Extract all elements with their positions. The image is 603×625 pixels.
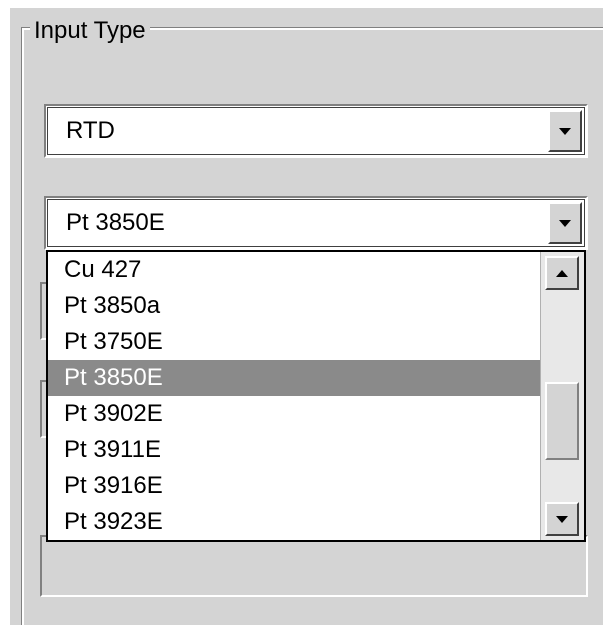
hidden-field-3	[40, 535, 588, 597]
sensor-type-dropdown-button[interactable]	[548, 202, 582, 244]
sensor-type-value: Pt 3850E	[66, 209, 165, 236]
sensor-option[interactable]: Pt 3916E	[48, 468, 542, 504]
scroll-up-icon	[556, 269, 568, 277]
chevron-down-icon	[559, 219, 571, 227]
sensor-type-combobox[interactable]: Pt 3850E	[44, 196, 588, 250]
sensor-option[interactable]: Pt 3911E	[48, 432, 542, 468]
sensor-type-dropdown-list: Cu 427 Pt 3850a Pt 3750E Pt 3850E Pt 3902E Pt…	[46, 250, 586, 542]
scroll-down-button[interactable]	[545, 502, 579, 536]
dropdown-scrollbar[interactable]	[540, 252, 584, 540]
sensor-option[interactable]: Pt 3850E	[48, 360, 542, 396]
sensor-options: Cu 427 Pt 3850a Pt 3750E Pt 3850E Pt 3902E Pt…	[48, 252, 542, 540]
sensor-option[interactable]: Pt 3750E	[48, 324, 542, 360]
sensor-option[interactable]: Pt 3902E	[48, 396, 542, 432]
input-type-dropdown-button[interactable]	[548, 110, 582, 152]
input-type-group-label: Input Type	[30, 16, 150, 46]
scroll-up-button[interactable]	[545, 256, 579, 290]
sensor-option[interactable]: Pt 3923E	[48, 504, 542, 540]
scroll-thumb[interactable]	[545, 382, 579, 460]
input-type-value: RTD	[66, 117, 115, 144]
sensor-option[interactable]: Cu 427	[48, 252, 542, 288]
sensor-option[interactable]: Pt 3850a	[48, 288, 542, 324]
input-type-combobox[interactable]: RTD	[44, 104, 588, 158]
chevron-down-icon	[559, 127, 571, 135]
scroll-down-icon	[556, 515, 568, 523]
